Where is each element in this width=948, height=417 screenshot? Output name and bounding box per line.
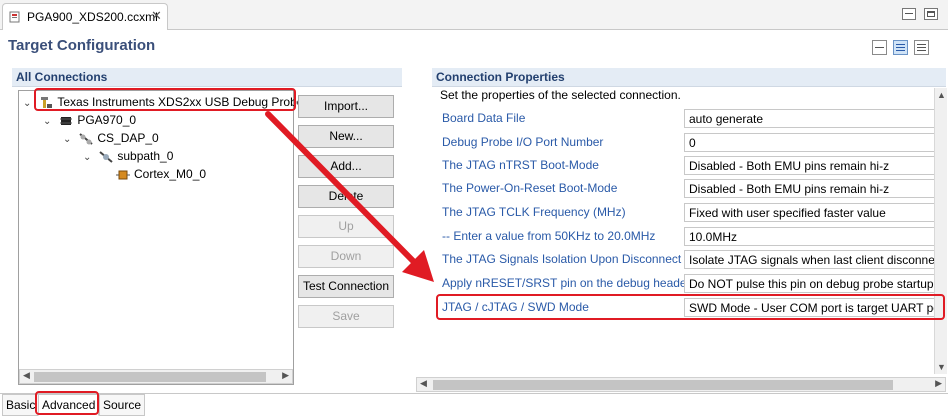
tree-item-label: subpath_0 <box>117 149 174 163</box>
tree-item-label: PGA970_0 <box>77 113 137 127</box>
all-connections-header: All Connections <box>12 68 402 87</box>
tree-item-label: Cortex_M0_0 <box>134 167 207 181</box>
properties-horizontal-scrollbar[interactable]: ◀ ▶ <box>416 377 946 392</box>
property-label: The JTAG nTRST Boot-Mode <box>442 158 599 172</box>
connection-tree[interactable]: ⌄ Texas Instruments XDS2xx USB Debug Pro… <box>18 90 303 385</box>
editor-tab-title: PGA900_XDS200.ccxml <box>27 10 158 24</box>
property-label: -- Enter a value from 50KHz to 20.0MHz <box>442 229 656 243</box>
delete-button[interactable]: Delete <box>298 185 394 208</box>
property-label: Board Data File <box>442 111 526 125</box>
properties-vertical-scrollbar[interactable]: ▲ ▼ <box>934 88 947 374</box>
tree-item-pga970[interactable]: ⌄ PGA970_0 <box>43 111 136 129</box>
chevron-down-icon[interactable]: ⌄ <box>63 131 75 149</box>
add-button[interactable]: Add... <box>298 155 394 178</box>
scrollbar-thumb[interactable] <box>433 380 893 390</box>
tab-source[interactable]: Source <box>99 394 146 416</box>
test-connection-button[interactable]: Test Connection <box>298 275 394 298</box>
scroll-right-icon[interactable]: ▶ <box>935 378 942 389</box>
property-value-select[interactable]: Isolate JTAG signals when last client di… <box>684 250 942 269</box>
connection-properties-heading: Connection Properties <box>436 70 565 84</box>
property-value-select[interactable]: Disabled - Both EMU pins remain hi-z <box>684 156 942 175</box>
cpu-icon <box>116 170 130 180</box>
property-label: The JTAG TCLK Frequency (MHz) <box>442 205 626 219</box>
scrollbar-thumb[interactable] <box>34 372 266 382</box>
file-icon <box>9 11 20 23</box>
property-label: The JTAG Signals Isolation Upon Disconne… <box>442 252 682 266</box>
scroll-down-icon[interactable]: ▼ <box>937 362 946 372</box>
all-connections-heading: All Connections <box>16 70 108 84</box>
chevron-down-icon[interactable]: ⌄ <box>83 149 95 167</box>
annotation-box-advanced-tab <box>35 391 99 415</box>
tab-basic[interactable]: Basic <box>2 394 40 416</box>
annotation-box-debug-probe <box>34 88 296 111</box>
property-value-field[interactable]: 0 <box>684 133 942 152</box>
scroll-right-icon[interactable]: ▶ <box>282 370 289 381</box>
property-value-field[interactable]: auto generate <box>684 109 942 128</box>
chip-icon <box>60 116 73 125</box>
subpath-icon <box>99 151 113 163</box>
dap-icon <box>79 133 93 145</box>
page-title: Target Configuration <box>8 37 156 54</box>
scroll-up-icon[interactable]: ▲ <box>937 90 946 100</box>
down-button[interactable]: Down <box>298 245 394 268</box>
import-button[interactable]: Import... <box>298 95 394 118</box>
annotation-box-swd-mode <box>436 294 945 320</box>
editor-tab[interactable]: PGA900_XDS200.ccxml ✕ <box>2 3 168 30</box>
property-value-field[interactable]: 10.0MHz <box>684 227 942 246</box>
new-button[interactable]: New... <box>298 125 394 148</box>
close-icon[interactable]: ✕ <box>151 8 162 24</box>
property-label: Apply nRESET/SRST pin on the debug heade… <box>442 276 691 290</box>
property-label: The Power-On-Reset Boot-Mode <box>442 181 618 195</box>
editor-tab-strip: PGA900_XDS200.ccxml ✕ <box>0 0 948 30</box>
tree-item-cortex-m0[interactable]: Cortex_M0_0 <box>115 165 206 183</box>
vertical-layout-icon[interactable] <box>914 40 929 55</box>
save-button[interactable]: Save <box>298 305 394 328</box>
minimize-icon[interactable] <box>902 8 916 20</box>
scroll-left-icon[interactable]: ◀ <box>23 370 30 381</box>
tree-horizontal-scrollbar[interactable]: ◀ ▶ <box>19 369 293 384</box>
collapse-view-icon[interactable] <box>872 40 887 55</box>
tree-item-cs-dap[interactable]: ⌄ CS_DAP_0 <box>63 129 159 147</box>
property-value-select[interactable]: Do NOT pulse this pin on debug probe sta… <box>684 274 942 293</box>
property-value-select[interactable]: Disabled - Both EMU pins remain hi-z <box>684 179 942 198</box>
tree-item-subpath[interactable]: ⌄ subpath_0 <box>83 147 173 165</box>
connection-properties-header: Connection Properties <box>432 68 946 87</box>
maximize-icon[interactable] <box>924 8 938 20</box>
property-label: Debug Probe I/O Port Number <box>442 135 604 149</box>
scroll-left-icon[interactable]: ◀ <box>420 378 427 389</box>
properties-description: Set the properties of the selected conne… <box>440 88 681 102</box>
horizontal-layout-icon[interactable] <box>893 40 908 55</box>
chevron-down-icon[interactable]: ⌄ <box>43 113 55 131</box>
tree-item-label: CS_DAP_0 <box>97 131 159 145</box>
property-value-select[interactable]: Fixed with user specified faster value <box>684 203 942 222</box>
up-button[interactable]: Up <box>298 215 394 238</box>
